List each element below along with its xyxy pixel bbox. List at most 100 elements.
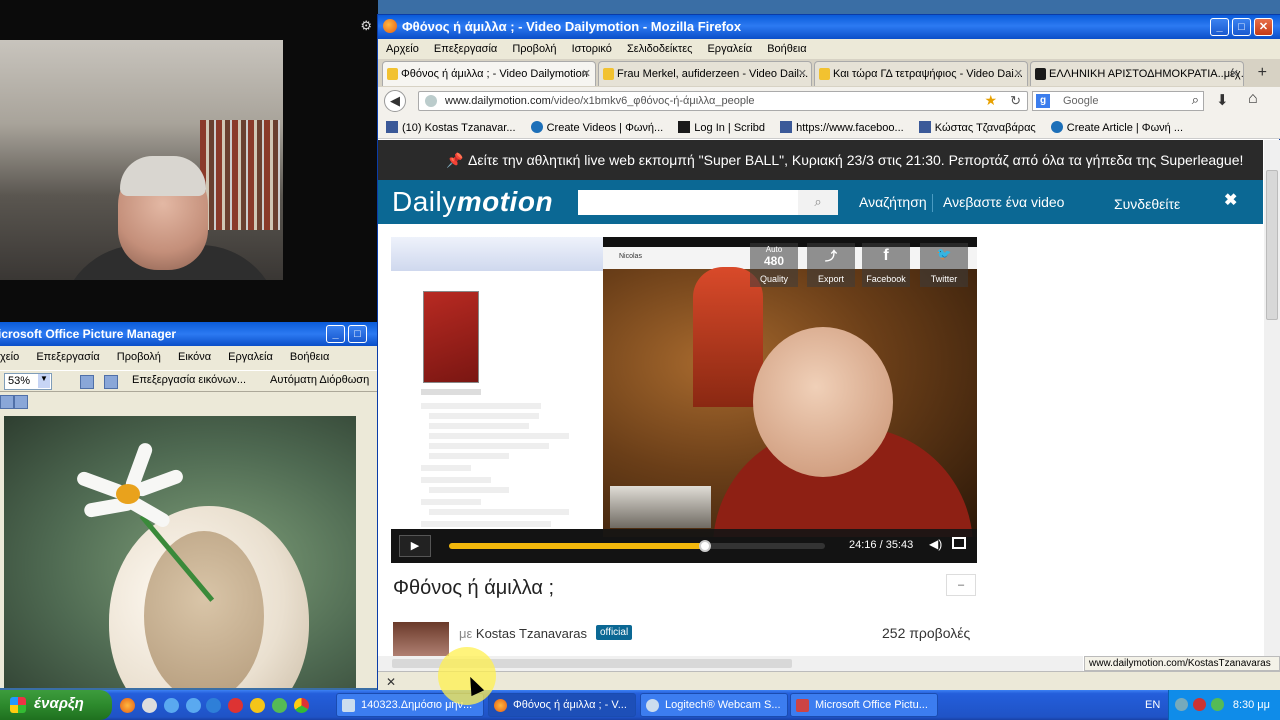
single-view-icon[interactable]: [14, 395, 28, 409]
media-icon[interactable]: [142, 698, 157, 713]
task-picture-manager[interactable]: Microsoft Office Pictu...: [790, 693, 938, 717]
quality-button[interactable]: Auto 480 Quality: [750, 243, 798, 287]
webcam-feed: [0, 40, 283, 280]
tab-strip: Φθόνος ή άμιλλα ; - Video Dailymotion ✕ …: [378, 59, 1280, 87]
opera-icon[interactable]: [228, 698, 243, 713]
play-icon[interactable]: ▶: [399, 535, 431, 557]
search-icon[interactable]: ⌕: [1192, 92, 1199, 108]
task-webcam[interactable]: Logitech® Webcam S...: [640, 693, 788, 717]
menu-edit[interactable]: Επεξεργασία: [434, 43, 497, 55]
rotate-right-icon[interactable]: [104, 375, 118, 389]
start-button[interactable]: έναρξη: [0, 690, 112, 720]
picture-manager-view-toolbar: [0, 392, 378, 414]
page-content: 📌 Δείτε την αθλητική live web εκπομπή "S…: [378, 140, 1263, 660]
nav-search-link[interactable]: Αναζήτηση: [859, 194, 927, 210]
avatar[interactable]: [393, 622, 449, 660]
chrome-icon[interactable]: [294, 698, 309, 713]
clock[interactable]: 8:30 μμ: [1233, 699, 1270, 711]
firefox-titlebar[interactable]: Φθόνος ή άμιλλα ; - Video Dailymotion - …: [378, 15, 1280, 39]
rotate-left-icon[interactable]: [80, 375, 94, 389]
tab-kai-tora[interactable]: Και τώρα ΓΔ τετραψήφιος - Video Dai... ✕: [814, 61, 1028, 86]
bookmark-kostas[interactable]: Κώστας Τζαναβάρας: [918, 121, 1036, 134]
bookmark-star-icon[interactable]: ★: [984, 92, 997, 109]
picture-manager-titlebar[interactable]: icrosoft Office Picture Manager _ □: [0, 322, 378, 346]
menu-tools[interactable]: Εργαλεία: [707, 43, 752, 55]
thumbnail-view-icon[interactable]: [0, 395, 14, 409]
close-icon[interactable]: ✕: [798, 67, 807, 80]
menu-edit[interactable]: Επεξεργασία: [36, 351, 99, 363]
picture-in-picture-webcam: [610, 486, 711, 528]
back-arrow-icon[interactable]: ◀: [384, 90, 406, 112]
tab-dailymotion-active[interactable]: Φθόνος ή άμιλλα ; - Video Dailymotion ✕: [382, 61, 596, 86]
bookmark-create-article[interactable]: Create Article | Φωνή ...: [1050, 121, 1183, 134]
minimize-icon[interactable]: _: [326, 325, 345, 343]
collapse-button[interactable]: –: [946, 574, 976, 596]
app-icon[interactable]: [272, 698, 287, 713]
antivirus-icon[interactable]: [1193, 698, 1206, 711]
app-icon[interactable]: [250, 698, 265, 713]
progress-bar[interactable]: [449, 540, 825, 552]
minimize-icon[interactable]: _: [1210, 18, 1229, 36]
new-tab-icon[interactable]: +: [1258, 64, 1267, 82]
volume-icon[interactable]: ◀): [929, 537, 942, 551]
bookmark-facebook-url[interactable]: https://www.faceboo...: [780, 121, 904, 134]
internet-explorer-icon[interactable]: [206, 698, 221, 713]
google-icon[interactable]: g: [1036, 94, 1050, 108]
bookmark-facebook[interactable]: (10) Kostas Tzanavar...: [386, 121, 516, 134]
close-icon[interactable]: ✕: [1230, 67, 1239, 80]
edit-pictures-button[interactable]: Επεξεργασία εικόνων...: [132, 374, 246, 386]
network-icon[interactable]: [1175, 698, 1188, 711]
tab-scribd[interactable]: ΕΛΛΗΝΙΚΗ ΑΡΙΣΤΟΔΗΜΟΚΡΑΤΙΑ..μέχ... ✕: [1030, 61, 1244, 86]
close-icon[interactable]: ✕: [386, 675, 396, 689]
menu-view[interactable]: Προβολή: [512, 43, 556, 55]
search-input[interactable]: g Google ⌕: [1032, 91, 1204, 111]
login-link[interactable]: Συνδεθείτε: [1114, 196, 1180, 212]
menu-file[interactable]: χείο: [0, 351, 19, 363]
maximize-icon[interactable]: □: [348, 325, 367, 343]
video-player[interactable]: Nicolas Auto 480 Quality ⤴ Export f Face…: [391, 237, 977, 563]
twitter-share-button[interactable]: 🐦 Twitter: [920, 243, 968, 287]
firefox-icon[interactable]: [120, 698, 135, 713]
internet-explorer-icon[interactable]: [186, 698, 201, 713]
close-icon[interactable]: ✖: [1224, 190, 1237, 210]
dailymotion-logo[interactable]: Dailymotion: [392, 186, 553, 218]
scrollbar-thumb[interactable]: [1266, 170, 1278, 320]
menu-bookmarks[interactable]: Σελιδοδείκτες: [627, 43, 692, 55]
search-icon[interactable]: ⌕: [798, 190, 838, 215]
internet-explorer-icon[interactable]: [164, 698, 179, 713]
bookmark-scribd[interactable]: Log In | Scribd: [678, 121, 765, 134]
gear-icon[interactable]: ⚙: [360, 18, 372, 34]
bookmark-create-videos[interactable]: Create Videos | Φωνή...: [530, 121, 663, 134]
facebook-share-button[interactable]: f Facebook: [862, 243, 910, 287]
task-firefox[interactable]: Φθόνος ή άμιλλα ; - V...: [488, 693, 636, 717]
window-title: Φθόνος ή άμιλλα ; - Video Dailymotion - …: [402, 19, 742, 34]
menu-history[interactable]: Ιστορικό: [572, 43, 612, 55]
maximize-icon[interactable]: □: [1232, 18, 1251, 36]
auto-correct-button[interactable]: Αυτόματη Διόρθωση: [270, 374, 376, 386]
download-icon[interactable]: ⬇: [1216, 91, 1229, 109]
nav-upload-link[interactable]: Ανεβαστε ένα video: [943, 194, 1064, 210]
chevron-down-icon[interactable]: ▼: [38, 374, 50, 388]
close-icon[interactable]: ✕: [1014, 67, 1023, 80]
menu-picture[interactable]: Εικόνα: [178, 351, 211, 363]
menu-file[interactable]: Αρχείο: [386, 43, 419, 55]
export-button[interactable]: ⤴ Export: [807, 243, 855, 287]
menu-view[interactable]: Προβολή: [117, 351, 161, 363]
fullscreen-icon[interactable]: [952, 537, 966, 549]
progress-handle[interactable]: [698, 540, 711, 552]
channel-link[interactable]: Kostas Tzanavaras: [476, 626, 587, 641]
url-input[interactable]: www.dailymotion.com/video/x1bmkv6_φθόνος…: [418, 91, 1028, 111]
language-indicator[interactable]: EN: [1145, 699, 1160, 711]
picture-manager-toolbar: 53% ▼ Επεξεργασία εικόνων... Αυτόματη Δι…: [0, 370, 378, 392]
close-icon[interactable]: ✕: [1254, 18, 1273, 36]
menu-tools[interactable]: Εργαλεία: [228, 351, 273, 363]
menu-help[interactable]: Βοήθεια: [767, 43, 806, 55]
tab-frau-merkel[interactable]: Frau Merkel, aufiderzeen - Video Dail...…: [598, 61, 812, 86]
vertical-scrollbar[interactable]: [1264, 140, 1280, 660]
close-icon[interactable]: ✕: [582, 67, 591, 80]
home-icon[interactable]: ⌂: [1248, 90, 1258, 108]
menu-help[interactable]: Βοήθεια: [290, 351, 329, 363]
promo-banner[interactable]: 📌 Δείτε την αθλητική live web εκπομπή "S…: [378, 140, 1263, 180]
update-icon[interactable]: [1211, 698, 1224, 711]
reload-icon[interactable]: ↻: [1010, 93, 1021, 109]
